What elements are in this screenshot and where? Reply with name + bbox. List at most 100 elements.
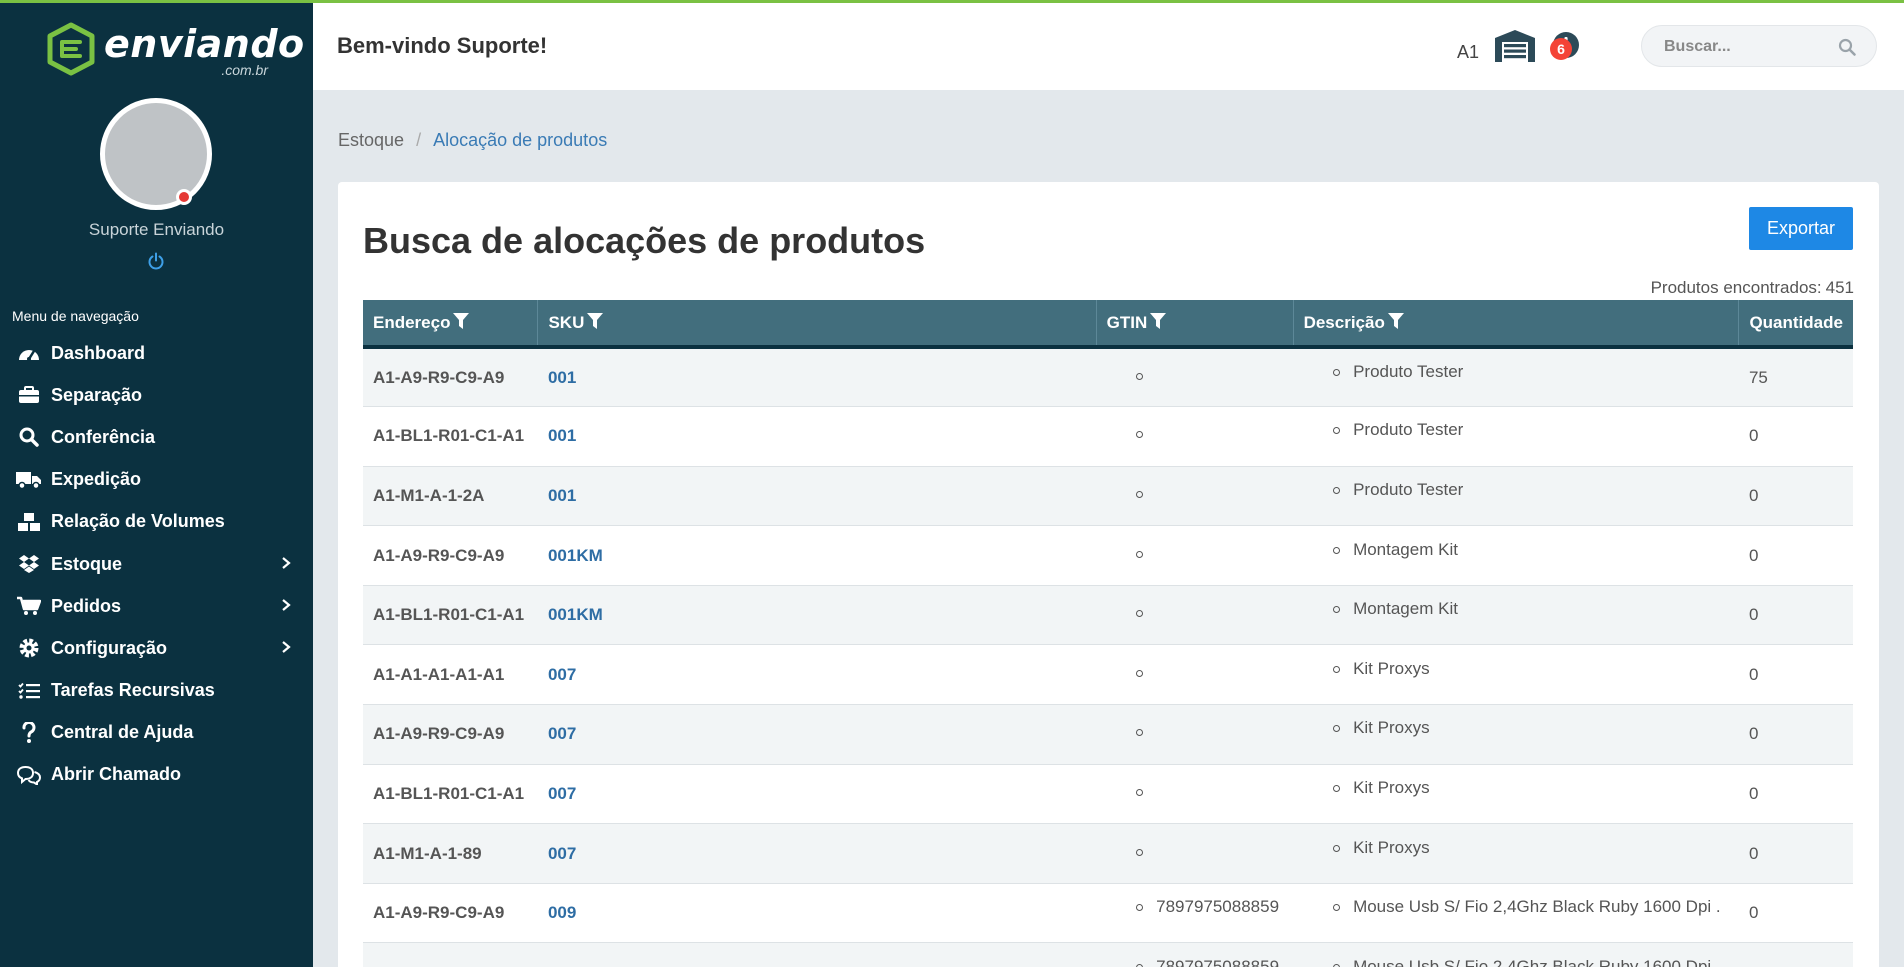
chevron-right-icon xyxy=(282,557,291,569)
cell-address: A1-A9-R9-C9-A9 xyxy=(363,704,538,765)
search-icon[interactable] xyxy=(1838,38,1856,56)
cell-address: A1-BL1-R01-C1-A1 xyxy=(363,764,538,825)
table-header-row: Endereço SKU GTIN Descrição Quantidade xyxy=(363,300,1853,349)
filter-icon[interactable] xyxy=(1150,312,1167,330)
cell-gtin xyxy=(1096,764,1294,825)
cell-sku-link[interactable]: 007 xyxy=(537,704,1097,765)
column-header-sku[interactable]: SKU xyxy=(537,300,1097,349)
description-item: Kit Proxys xyxy=(1333,718,1729,738)
cell-quantity: 0 xyxy=(1738,883,1853,944)
column-header-gtin[interactable]: GTIN xyxy=(1096,300,1294,349)
cell-sku-link[interactable]: 001 xyxy=(537,406,1097,467)
nav-title: Menu de navegação xyxy=(12,308,139,324)
export-button[interactable]: Exportar xyxy=(1749,207,1853,250)
nav-item-dashboard[interactable]: Dashboard xyxy=(0,332,313,374)
cell-address: A1-BL1-R01-C1-A1 xyxy=(363,585,538,646)
column-header-quantidade[interactable]: Quantidade xyxy=(1738,300,1853,349)
cell-sku-link[interactable]: 001 xyxy=(537,466,1097,527)
nav-item-abrir-chamado[interactable]: Abrir Chamado xyxy=(0,754,313,796)
breadcrumb-item-estoque[interactable]: Estoque xyxy=(338,130,404,150)
notification-badge[interactable]: 6 xyxy=(1550,38,1572,60)
cell-description: Mouse Usb S/ Fio 2,4Ghz Black Ruby 1600 … xyxy=(1293,883,1739,944)
cell-sku-link[interactable]: 007 xyxy=(537,644,1097,706)
cell-sku-link[interactable]: 009 xyxy=(537,883,1097,944)
table-row[interactable]: A1-BL1-R01-C1-A1 007 Kit Proxys 0 xyxy=(363,764,1853,825)
cell-gtin xyxy=(1096,347,1294,408)
table-row[interactable]: A1-M1-A-1-2A 001 Produto Tester 0 xyxy=(363,466,1853,527)
table-row[interactable]: A1-A9-R9-C9-A9 009 7897975088859 Mouse U… xyxy=(363,883,1853,944)
filter-icon[interactable] xyxy=(453,312,470,330)
filter-icon[interactable] xyxy=(587,312,604,330)
description-item: Mouse Usb S/ Fio 2,4Ghz Black Ruby 1600 … xyxy=(1333,897,1729,917)
cell-description: Produto Tester xyxy=(1293,347,1739,408)
nav-item-label: Expedição xyxy=(51,469,142,490)
nav-item-relacao-volumes[interactable]: Relação de Volumes xyxy=(0,501,313,543)
description-item: Kit Proxys xyxy=(1333,659,1729,679)
table-row[interactable]: A1-A9-R9-C9-A9 001 Produto Tester 75 xyxy=(363,347,1853,408)
cell-description: Produto Tester xyxy=(1293,406,1739,467)
brand-logo[interactable]: enviando .com.br xyxy=(46,20,304,78)
table-row[interactable]: A1-A9-R9-C9-A9 001KM Montagem Kit 0 xyxy=(363,525,1853,586)
cell-gtin: 7897975088859 xyxy=(1096,942,1294,967)
cell-quantity xyxy=(1738,942,1853,967)
description-item: Montagem Kit xyxy=(1333,540,1729,560)
page-title: Busca de alocações de produtos xyxy=(363,220,926,261)
nav-item-label: Dashboard xyxy=(51,342,146,363)
cell-sku-link[interactable]: 001 xyxy=(537,347,1097,408)
cell-gtin xyxy=(1096,704,1294,765)
chevron-right-icon xyxy=(282,599,291,611)
cell-quantity: 75 xyxy=(1738,347,1853,408)
cell-description: Kit Proxys xyxy=(1293,704,1739,765)
user-name: Suporte Enviando xyxy=(88,220,225,239)
brand-name: enviando xyxy=(104,22,305,66)
warehouse-code[interactable]: A1 xyxy=(1457,42,1479,63)
power-icon[interactable] xyxy=(146,251,166,271)
column-label: GTIN xyxy=(1106,312,1148,332)
cell-gtin xyxy=(1096,466,1294,527)
cell-sku-link[interactable]: 007 xyxy=(537,823,1097,884)
cell-sku-link[interactable]: 001KM xyxy=(537,585,1097,646)
table-row[interactable]: A1-BL1-R01-C1-A1 001 Produto Tester 0 xyxy=(363,406,1853,467)
cell-sku-link[interactable]: 001KM xyxy=(537,525,1097,586)
nav-item-expedicao[interactable]: Expedição xyxy=(0,459,313,501)
description-item: Produto Tester xyxy=(1333,362,1729,382)
cell-sku-link[interactable]: 007 xyxy=(537,764,1097,825)
filter-icon[interactable] xyxy=(1387,312,1404,330)
cell-quantity: 0 xyxy=(1738,823,1853,884)
cell-address: A1-A9-R9-C9-A9 xyxy=(363,347,538,408)
nav-item-configuracao[interactable]: Configuração xyxy=(0,627,313,669)
nav-item-conferencia[interactable]: Conferência xyxy=(0,416,313,458)
cell-quantity: 0 xyxy=(1738,406,1853,467)
cell-description: Kit Proxys xyxy=(1293,823,1739,884)
table-row[interactable]: A1-BL1-R01-C1-A1 001KM Montagem Kit 0 xyxy=(363,585,1853,646)
gtin-item: 7897975088859 xyxy=(1136,957,1283,967)
cell-sku-link[interactable] xyxy=(537,942,1097,967)
avatar[interactable] xyxy=(100,98,212,210)
search-input[interactable] xyxy=(1664,36,1834,58)
warehouse-icon[interactable] xyxy=(1493,28,1537,62)
column-header-descricao[interactable]: Descrição xyxy=(1293,300,1740,349)
cell-address xyxy=(363,942,538,967)
column-label: Descrição xyxy=(1303,312,1385,332)
cell-gtin xyxy=(1096,823,1294,884)
cell-address: A1-BL1-R01-C1-A1 xyxy=(363,406,538,467)
column-header-endereco[interactable]: Endereço xyxy=(363,300,539,349)
products-found: Produtos encontrados: 451 xyxy=(1647,278,1854,298)
nav-item-separacao[interactable]: Separação xyxy=(0,374,313,416)
nav-item-estoque[interactable]: Estoque xyxy=(0,543,313,585)
cell-quantity: 0 xyxy=(1738,704,1853,765)
table-row[interactable]: 7897975088859 Mouse Usb S/ Fio 2,4Ghz Bl… xyxy=(363,942,1853,967)
table-row[interactable]: A1-M1-A-1-89 007 Kit Proxys 0 xyxy=(363,823,1853,884)
nav-item-tarefas-recursivas[interactable]: Tarefas Recursivas xyxy=(0,670,313,712)
tasks-icon xyxy=(16,680,42,702)
products-found-count: 451 xyxy=(1825,278,1854,297)
cell-gtin xyxy=(1096,406,1294,467)
nav-item-label: Tarefas Recursivas xyxy=(51,680,215,701)
nav-item-pedidos[interactable]: Pedidos xyxy=(0,585,313,627)
nav-item-central-ajuda[interactable]: Central de Ajuda xyxy=(0,712,313,754)
nav-item-label: Relação de Volumes xyxy=(51,511,225,532)
table-row[interactable]: A1-A9-R9-C9-A9 007 Kit Proxys 0 xyxy=(363,704,1853,765)
search-box xyxy=(1641,25,1877,67)
table-row[interactable]: A1-A1-A1-A1-A1 007 Kit Proxys 0 xyxy=(363,644,1853,706)
breadcrumb-current[interactable]: Alocação de produtos xyxy=(433,130,607,150)
